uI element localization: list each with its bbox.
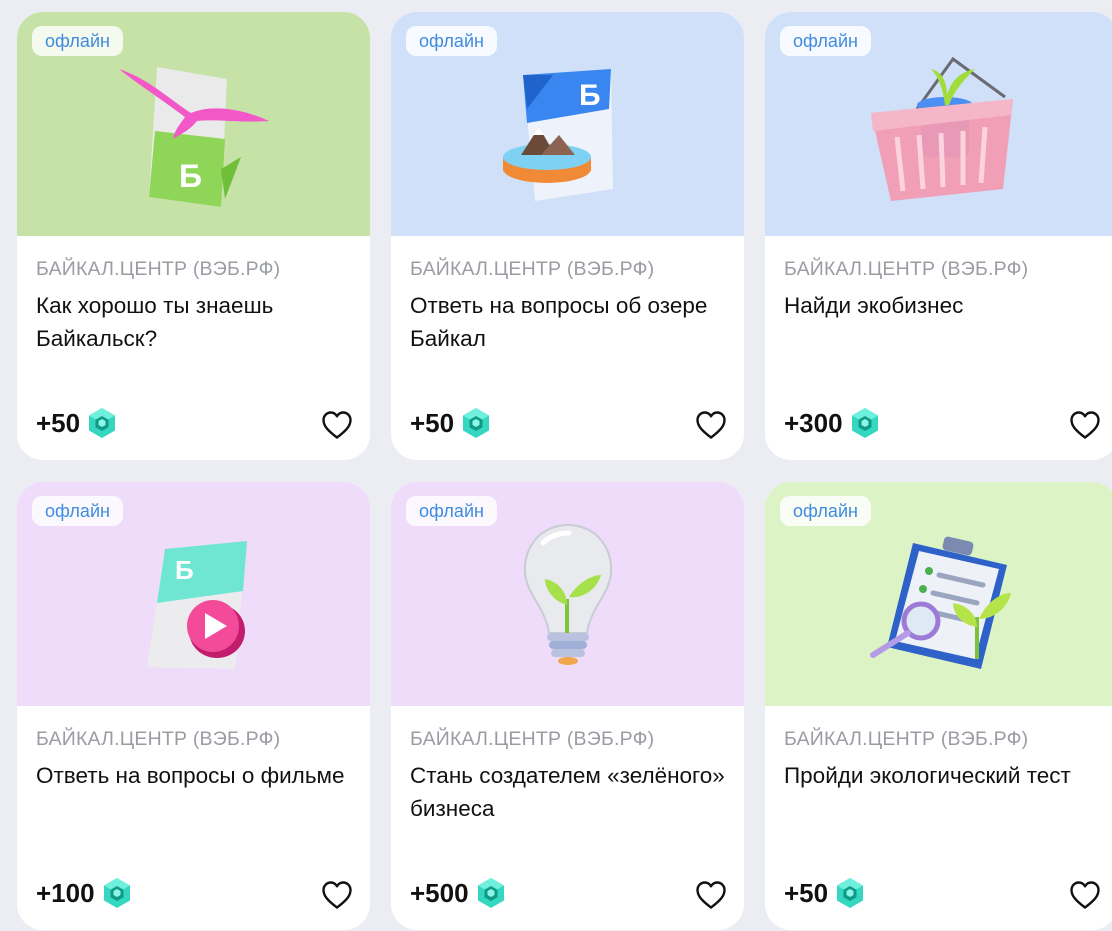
task-card[interactable]: офлайн Б БАЙКАЛ.ЦЕНТР (ВЭБ.РФ) Ответь на… [17, 482, 370, 930]
task-title: Стань создателем «зелёного» бизнеса [410, 763, 725, 821]
hexagon-coin-icon [850, 407, 880, 439]
reward-points: +50 [410, 407, 455, 438]
task-card[interactable]: офлайн БАЙКАЛ.ЦЕНТР (ВЭБ.РФ) Найди экоби… [765, 12, 1112, 460]
reward: +300 [784, 407, 880, 439]
task-card-grid: офлайн Б БАЙКАЛ.ЦЕНТР (ВЭБ.РФ) Как хорош… [17, 12, 1112, 930]
reward: +50 [36, 407, 117, 439]
svg-text:Б: Б [175, 555, 194, 585]
task-title: Ответь на вопросы об озере Байкал [410, 293, 708, 351]
reward-points: +100 [36, 877, 95, 908]
hexagon-coin-icon [476, 877, 506, 909]
organizer-label: БАЙКАЛ.ЦЕНТР (ВЭБ.РФ) [36, 728, 281, 750]
card-cover: офлайн Б [391, 12, 744, 236]
organizer-label: БАЙКАЛ.ЦЕНТР (ВЭБ.РФ) [784, 728, 1029, 750]
card-cover: офлайн Б [17, 482, 370, 706]
offline-badge: офлайн [780, 26, 871, 56]
organizer-label: БАЙКАЛ.ЦЕНТР (ВЭБ.РФ) [784, 258, 1029, 280]
document-seagull-illustration: Б [118, 67, 269, 207]
heart-outline-icon[interactable] [1069, 880, 1101, 910]
organizer-label: БАЙКАЛ.ЦЕНТР (ВЭБ.РФ) [36, 258, 281, 280]
clipboard-magnifier-illustration [869, 536, 1011, 669]
offline-badge: офлайн [406, 26, 497, 56]
svg-text:Б: Б [179, 158, 202, 194]
organizer-label: БАЙКАЛ.ЦЕНТР (ВЭБ.РФ) [410, 728, 655, 750]
hexagon-coin-icon [461, 407, 491, 439]
document-mountains-illustration: Б [502, 69, 613, 201]
reward-points: +50 [36, 407, 81, 438]
lightbulb-sprout-illustration [523, 523, 612, 665]
task-title: Пройди экологический тест [784, 763, 1071, 788]
organizer-label: БАЙКАЛ.ЦЕНТР (ВЭБ.РФ) [410, 258, 655, 280]
reward-points: +50 [784, 877, 829, 908]
reward-points: +500 [410, 877, 469, 908]
task-title: Найди экобизнес [784, 293, 964, 318]
reward: +100 [36, 877, 132, 909]
task-card[interactable]: офлайн БАЙКАЛ.ЦЕНТР (ВЭБ.РФ) Пройди экол… [765, 482, 1112, 930]
heart-outline-icon[interactable] [1069, 410, 1101, 440]
hexagon-coin-icon [835, 877, 865, 909]
hexagon-coin-icon [102, 877, 132, 909]
reward: +50 [784, 877, 865, 909]
offline-badge: офлайн [32, 496, 123, 526]
card-cover: офлайн [765, 482, 1112, 706]
offline-badge: офлайн [406, 496, 497, 526]
reward: +500 [410, 877, 506, 909]
svg-text:Б: Б [579, 79, 601, 112]
task-card[interactable]: офлайн БАЙКАЛ.ЦЕНТР (ВЭБ.РФ) Стань созда… [391, 482, 744, 930]
task-card[interactable]: офлайн Б БАЙКАЛ.ЦЕНТР (ВЭБ.РФ) Как хорош… [17, 12, 370, 460]
heart-outline-icon[interactable] [695, 880, 727, 910]
hexagon-coin-icon [87, 407, 117, 439]
reward: +50 [410, 407, 491, 439]
heart-outline-icon[interactable] [695, 410, 727, 440]
basket-plant-illustration [870, 56, 1013, 201]
reward-points: +300 [784, 407, 843, 438]
offline-badge: офлайн [32, 26, 123, 56]
task-title: Ответь на вопросы о фильме [36, 763, 345, 788]
task-title: Как хорошо ты знаешь Байкальск? [36, 293, 274, 351]
task-card[interactable]: офлайн Б БАЙКАЛ.ЦЕНТР (ВЭБ.РФ) Ответь на… [391, 12, 744, 460]
card-cover: офлайн Б [17, 12, 370, 236]
card-cover: офлайн [765, 12, 1112, 236]
document-play-illustration: Б [146, 541, 247, 669]
heart-outline-icon[interactable] [321, 880, 353, 910]
offline-badge: офлайн [780, 496, 871, 526]
heart-outline-icon[interactable] [321, 410, 353, 440]
card-cover: офлайн [391, 482, 744, 706]
